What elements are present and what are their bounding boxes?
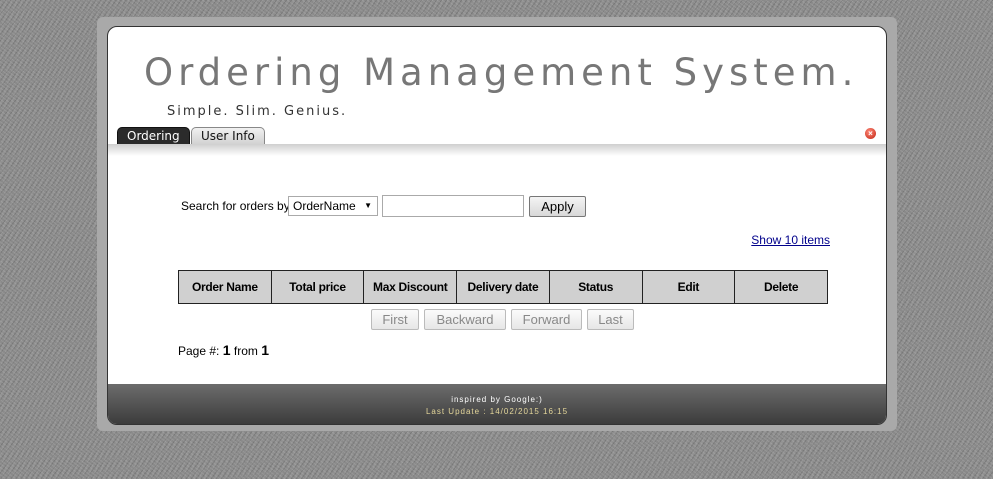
search-field-value: OrderName — [293, 199, 356, 213]
page-current: 1 — [222, 342, 231, 358]
show-items-link[interactable]: Show 10 items — [751, 233, 830, 247]
page-info: Page #: 1 from 1 — [178, 342, 269, 358]
tab-user-info[interactable]: User Info — [191, 127, 265, 144]
orders-table: Order Name Total price Max Discount Deli… — [178, 270, 828, 304]
tab-bar-divider — [108, 144, 886, 156]
search-label: Search for orders by: — [181, 199, 294, 213]
tab-ordering[interactable]: Ordering — [117, 127, 190, 144]
chevron-down-icon: ▼ — [364, 201, 372, 210]
close-icon[interactable]: × — [865, 128, 876, 139]
column-header-max-discount[interactable]: Max Discount — [363, 270, 458, 304]
table-header-row: Order Name Total price Max Discount Deli… — [178, 270, 828, 304]
footer: inspired by Google:) Last Update : 14/02… — [108, 384, 886, 424]
search-field-select[interactable]: OrderName ▼ — [288, 196, 378, 216]
column-header-status[interactable]: Status — [548, 270, 643, 304]
search-input[interactable] — [382, 195, 524, 217]
forward-page-button[interactable]: Forward — [511, 309, 582, 330]
app-card: Ordering Management System. Simple. Slim… — [107, 26, 887, 425]
column-header-total-price[interactable]: Total price — [270, 270, 365, 304]
app-slogan: Simple. Slim. Genius. — [167, 104, 348, 119]
first-page-button[interactable]: First — [371, 309, 419, 330]
footer-credit: inspired by Google:) — [451, 395, 543, 404]
column-header-delete: Delete — [734, 270, 828, 304]
apply-button[interactable]: Apply — [529, 196, 586, 217]
column-header-order-name[interactable]: Order Name — [178, 270, 272, 304]
footer-last-update: Last Update : 14/02/2015 16:15 — [425, 407, 569, 416]
backward-page-button[interactable]: Backward — [424, 309, 506, 330]
page-total: 1 — [261, 342, 269, 358]
column-header-delivery-date[interactable]: Delivery date — [456, 270, 550, 304]
column-header-edit: Edit — [641, 270, 736, 304]
page-from-label: from — [233, 344, 258, 358]
last-page-button[interactable]: Last — [587, 309, 634, 330]
page-info-prefix: Page #: — [178, 344, 220, 358]
app-title: Ordering Management System. — [144, 51, 859, 94]
